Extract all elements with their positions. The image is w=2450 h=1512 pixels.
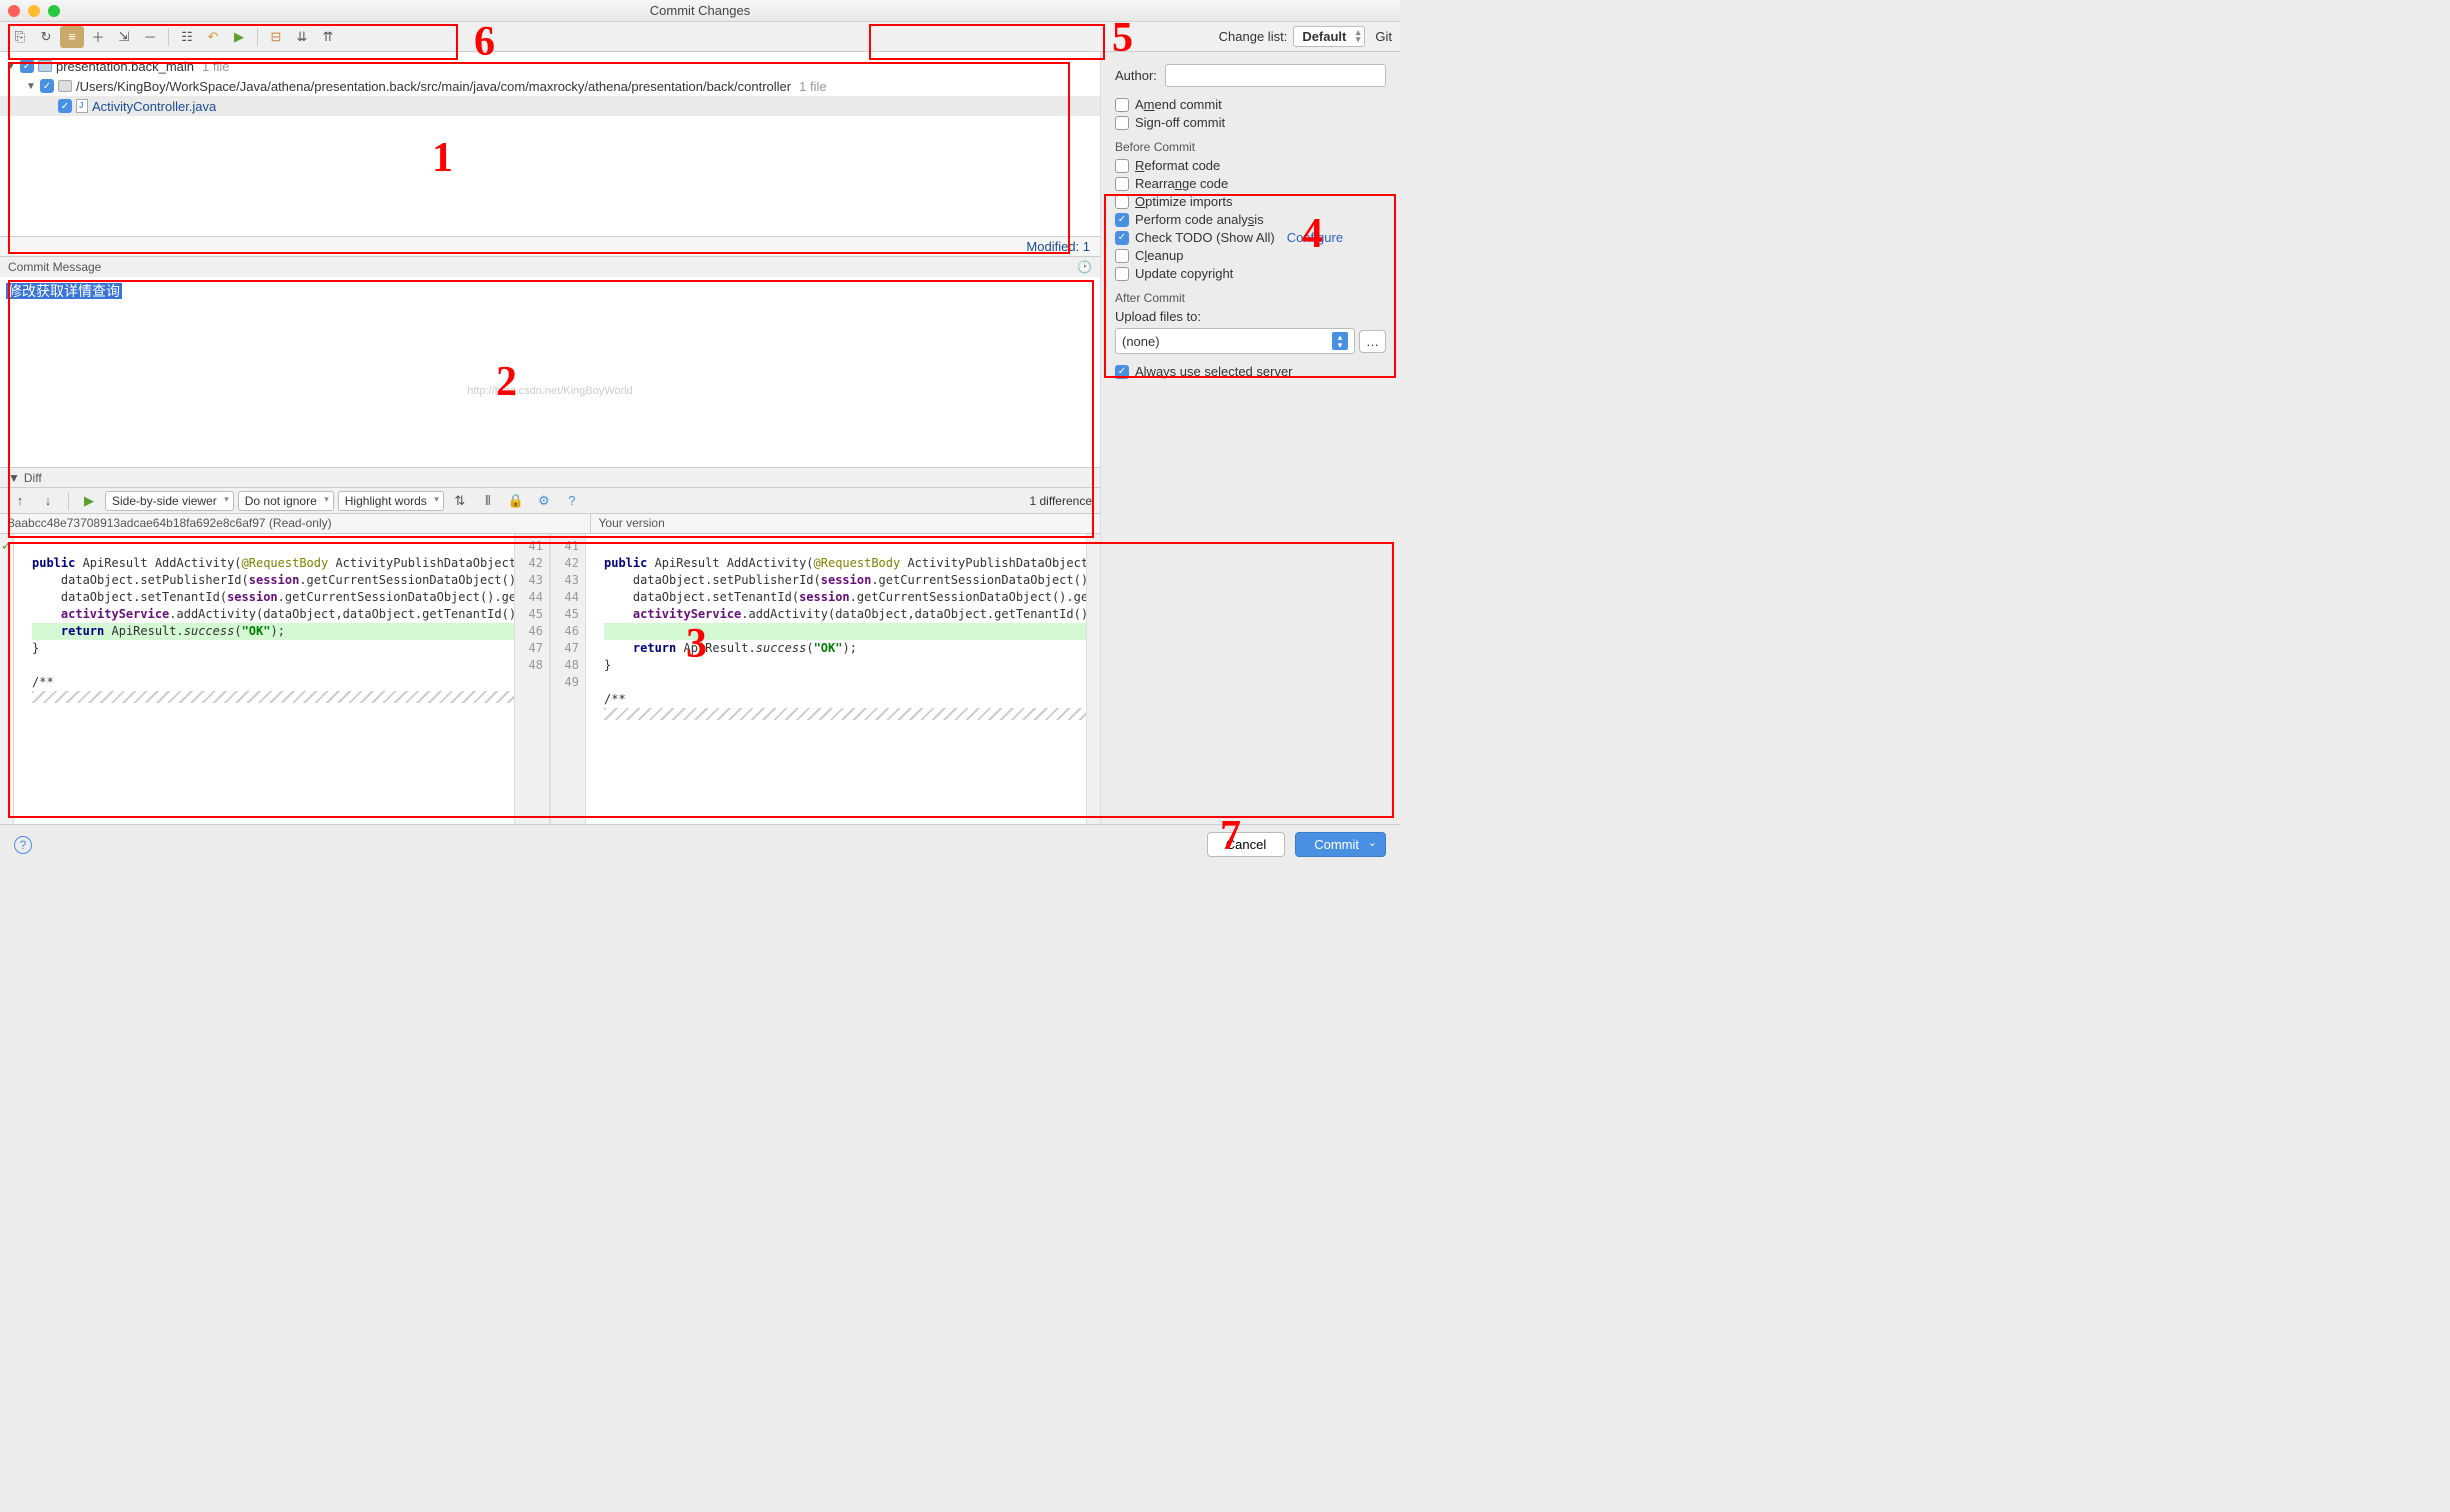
author-input[interactable] [1165,64,1386,87]
diff-left-title: 8aabcc48e73708913adcae64b18fa692e8c6af97… [0,514,510,533]
commit-message-input[interactable]: 修改获取详情查询 http://blog.csdn.net/KingBoyWor… [0,277,1100,467]
reformat-code-checkbox[interactable]: Reformat code [1115,158,1386,173]
author-label: Author: [1115,68,1157,83]
viewer-mode-select[interactable]: Side-by-side viewer [105,491,234,511]
toolbar: ⎘ ↻ ≡ ＋ ⇲ － ☷ ↶ ▶ ⊟ ⇊ ⇈ Change list: Def… [0,22,1400,52]
expand-icon[interactable]: ⇈ [316,26,340,48]
ignore-whitespace-select[interactable]: Do not ignore [238,491,334,511]
gutter-left: 41 42 43 44 45 46 47 48 [514,534,550,824]
java-file-icon [76,99,88,113]
settings-icon[interactable]: ⚙ [532,490,556,512]
before-commit-title: Before Commit [1115,140,1386,154]
add-icon[interactable]: ＋ [86,26,110,48]
history-icon[interactable]: 🕑 [1077,260,1092,274]
upload-label: Upload files to: [1115,309,1386,324]
after-commit-title: After Commit [1115,291,1386,305]
checkbox-icon[interactable]: ✓ [58,99,72,113]
titlebar: Commit Changes [0,0,1400,22]
collapse-unchanged-icon[interactable]: ⇅ [448,490,472,512]
jump-to-source-icon[interactable]: ▶ [77,490,101,512]
configure-link[interactable]: Configure [1287,230,1343,245]
check-todo-checkbox[interactable]: ✓Check TODO (Show All)Configure [1115,230,1386,245]
cleanup-checkbox[interactable]: Cleanup [1115,248,1386,263]
collapse-icon[interactable]: ⇊ [290,26,314,48]
always-use-server-checkbox[interactable]: ✓Always use selected server [1115,364,1386,379]
expand-all-icon[interactable]: ⊟ [264,26,288,48]
overview-ruler [1086,534,1100,824]
revert-icon[interactable]: ↶ [201,26,225,48]
window-title: Commit Changes [650,3,750,18]
watermark: http://blog.csdn.net/KingBoyWorld [467,385,633,397]
lock-icon[interactable]: 🔒 [504,490,528,512]
diff-left-code[interactable]: public ApiResult AddActivity(@RequestBod… [14,534,514,824]
highlight-mode-select[interactable]: Highlight words [338,491,444,511]
list-icon[interactable]: ☷ [175,26,199,48]
rearrange-code-checkbox[interactable]: Rearrange code [1115,176,1386,191]
vcs-label: Git [1375,29,1392,44]
remove-icon[interactable]: － [138,26,162,48]
rollback-icon[interactable]: ▶ [227,26,251,48]
help-diff-icon[interactable]: ? [560,490,584,512]
move-icon[interactable]: ⇲ [112,26,136,48]
group-by-icon[interactable]: ≡ [60,26,84,48]
modified-status: Modified: 1 [0,237,1100,257]
change-list-label: Change list: [1219,29,1288,44]
module-icon [38,60,52,72]
amend-commit-checkbox[interactable]: Amend commit [1115,97,1386,112]
code-analysis-checkbox[interactable]: ✓Perform code analysis [1115,212,1386,227]
tree-file[interactable]: ✓ ActivityController.java [0,96,1100,116]
diff-section-header[interactable]: ▼Diff [0,468,1100,488]
close-window-button[interactable] [8,5,20,17]
diff-right-code[interactable]: public ApiResult AddActivity(@RequestBod… [586,534,1086,824]
commit-message-label: Commit Message [8,260,101,274]
folder-icon [58,80,72,92]
next-diff-icon[interactable]: ↓ [36,490,60,512]
help-icon[interactable]: ? [14,836,32,854]
optimize-imports-checkbox[interactable]: Optimize imports [1115,194,1386,209]
show-diff-icon[interactable]: ⎘ [8,26,32,48]
signoff-commit-checkbox[interactable]: Sign-off commit [1115,115,1386,130]
upload-browse-button[interactable]: … [1359,330,1386,353]
diff-right-title: Your version [590,514,1101,533]
sync-scroll-icon[interactable]: ⫴ [476,490,500,512]
changes-tree: ▼ ✓ presentation.back_main 1 file ▼ ✓ /U… [0,52,1100,237]
checkbox-icon[interactable]: ✓ [40,79,54,93]
refresh-icon[interactable]: ↻ [34,26,58,48]
maximize-window-button[interactable] [48,5,60,17]
commit-button[interactable]: Commit [1295,832,1386,857]
update-copyright-checkbox[interactable]: Update copyright [1115,266,1386,281]
prev-diff-icon[interactable]: ↑ [8,490,32,512]
tree-path[interactable]: ▼ ✓ /Users/KingBoy/WorkSpace/Java/athena… [0,76,1100,96]
upload-server-select[interactable]: (none) ▴▾ [1115,328,1355,354]
cancel-button[interactable]: Cancel [1207,832,1285,857]
change-list-select[interactable]: Default ▴▾ [1293,26,1365,47]
minimize-window-button[interactable] [28,5,40,17]
tree-root[interactable]: ▼ ✓ presentation.back_main 1 file [0,56,1100,76]
gutter-marker: ✓ [0,534,14,824]
checkbox-icon[interactable]: ✓ [20,59,34,73]
diff-count: 1 difference [1030,494,1093,508]
gutter-right: 41 42 43 44 45 46 47 48 49 [550,534,586,824]
